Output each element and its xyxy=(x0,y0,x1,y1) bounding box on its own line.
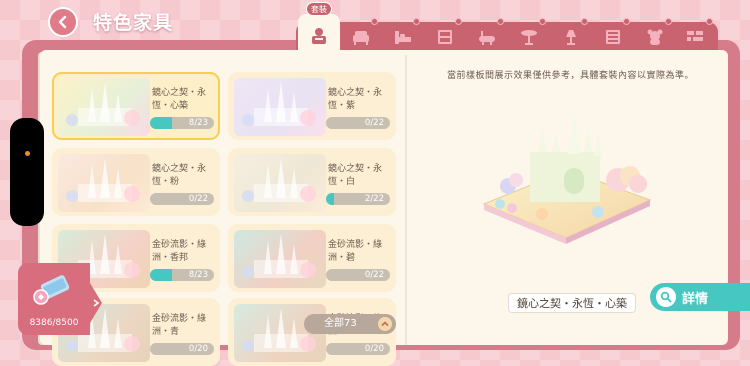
set-progress-bar: 0/22 xyxy=(326,117,390,129)
set-card[interactable]: 金砂流影・綠洲・碧 0/22 xyxy=(228,224,396,292)
furniture-points-icon xyxy=(33,275,70,305)
tab-dot xyxy=(413,18,420,25)
set-name: 鏡心之契・永恆・心築 xyxy=(152,88,207,111)
tab-dot xyxy=(706,18,713,25)
search-icon xyxy=(656,287,676,307)
points-value: 8386/8500 xyxy=(29,318,79,328)
tab-table[interactable] xyxy=(514,26,544,48)
filter-all-button[interactable]: 全部73 xyxy=(304,314,396,334)
set-progress-text: 0/22 xyxy=(364,270,384,280)
chevron-up-icon xyxy=(378,317,392,331)
set-name: 金砂流影・綠洲・青 xyxy=(152,314,207,337)
tab-sofa[interactable] xyxy=(346,26,376,48)
selected-set-name: 鏡心之契・永恆・心築 xyxy=(508,293,636,313)
tab-bathtub[interactable] xyxy=(472,26,502,48)
bathtub-icon xyxy=(479,31,495,45)
set-thumbnail xyxy=(234,78,326,136)
set-name: 鏡心之契・永恆・粉 xyxy=(152,164,207,187)
set-progress-fill xyxy=(150,117,173,129)
points-panel[interactable]: 8386/8500 xyxy=(18,263,102,335)
page-title: 特色家具 xyxy=(93,12,174,34)
set-card[interactable]: 鏡心之契・永恆・粉 0/22 xyxy=(52,148,220,216)
page-divider xyxy=(405,55,407,345)
set-progress-bar: 0/22 xyxy=(150,193,214,205)
set-thumbnail xyxy=(58,154,150,212)
tab-lamp[interactable] xyxy=(556,26,586,48)
lamp-icon xyxy=(566,30,576,45)
tab-outfit[interactable] xyxy=(298,14,340,52)
set-name: 鏡心之契・永恆・紫 xyxy=(328,88,383,111)
drawer-icon xyxy=(606,30,620,44)
tab-dot xyxy=(581,18,588,25)
tab-plush[interactable] xyxy=(640,26,670,48)
set-progress-text: 0/22 xyxy=(364,118,384,128)
set-name: 鏡心之契・永恆・白 xyxy=(328,164,383,187)
tab-drawer[interactable] xyxy=(598,26,628,48)
set-progress-bar: 2/22 xyxy=(326,193,390,205)
tab-bed[interactable] xyxy=(388,26,418,48)
sofa-icon xyxy=(353,31,369,45)
tab-dot xyxy=(665,18,672,25)
room-preview-image xyxy=(482,110,652,244)
set-name: 金砂流影・綠洲・碧 xyxy=(328,240,383,263)
set-progress-text: 2/22 xyxy=(364,194,384,204)
cabinet-icon xyxy=(438,30,452,44)
set-progress-text: 8/23 xyxy=(188,118,208,128)
set-thumbnail xyxy=(234,154,326,212)
indicator-dot xyxy=(25,151,30,156)
set-progress-text: 8/23 xyxy=(188,270,208,280)
set-progress-bar: 8/23 xyxy=(150,269,214,281)
details-button[interactable]: 詳情 xyxy=(650,283,750,311)
set-card[interactable]: 鏡心之契・永恆・白 2/22 xyxy=(228,148,396,216)
back-arrow-icon xyxy=(58,15,67,29)
tab-wall[interactable] xyxy=(680,26,710,48)
set-thumbnail xyxy=(58,78,150,136)
set-card[interactable]: 鏡心之契・永恆・心築 8/23 xyxy=(52,72,220,140)
tab-dot xyxy=(455,18,462,25)
wall-icon xyxy=(687,31,703,41)
set-progress-fill xyxy=(150,269,173,281)
tab-cabinet[interactable] xyxy=(430,26,460,48)
set-thumbnail xyxy=(234,230,326,288)
set-name: 金砂流影・綠洲・香邦 xyxy=(152,240,207,263)
set-progress-fill xyxy=(326,193,334,205)
filter-label: 全部73 xyxy=(324,318,357,329)
preview-notice: 當前樣板間展示效果僅供參考，具體套裝內容以實際為準。 xyxy=(447,71,695,81)
plush-icon xyxy=(647,29,663,45)
back-button[interactable] xyxy=(48,7,78,37)
tab-dot xyxy=(497,18,504,25)
tab-dot xyxy=(623,18,630,25)
table-icon xyxy=(521,30,537,45)
set-progress-bar: 0/22 xyxy=(326,269,390,281)
side-handle xyxy=(10,118,44,226)
set-progress-bar: 8/23 xyxy=(150,117,214,129)
tab-dot xyxy=(539,18,546,25)
details-label: 詳情 xyxy=(682,291,709,307)
outfit-icon xyxy=(312,28,326,44)
bed-icon xyxy=(395,31,411,44)
tab-dot xyxy=(371,18,378,25)
set-progress-text: 0/22 xyxy=(188,194,208,204)
tab-badge: 套裝 xyxy=(306,2,332,16)
set-card[interactable]: 鏡心之契・永恆・紫 0/22 xyxy=(228,72,396,140)
chevron-right-icon xyxy=(93,299,100,307)
